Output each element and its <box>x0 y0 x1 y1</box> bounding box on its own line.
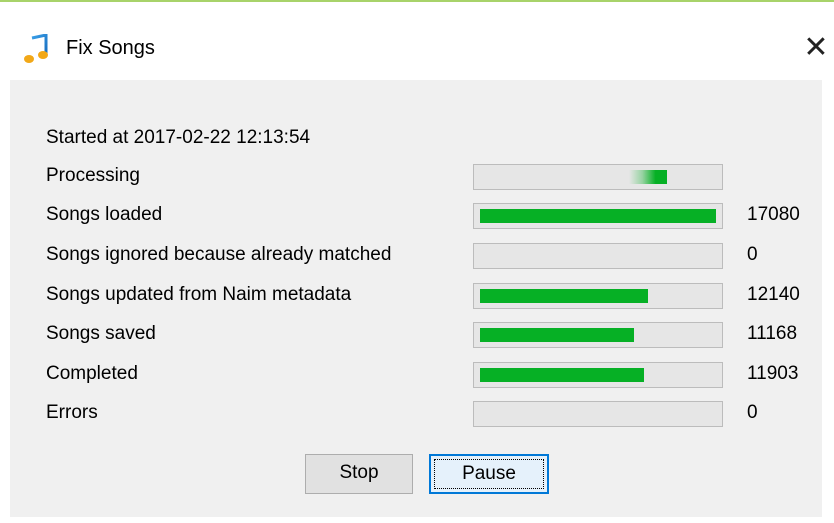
music-note-icon <box>24 34 48 63</box>
row-label-songs-ignored: Songs ignored because already matched <box>46 244 392 265</box>
row-value-songs-ignored: 0 <box>747 244 758 265</box>
progress-bar-completed <box>473 362 723 388</box>
progress-bar-songs-ignored <box>473 243 723 269</box>
progress-bar-songs-loaded <box>473 203 723 229</box>
progress-marquee <box>629 170 667 184</box>
progress-bar-processing <box>473 164 723 190</box>
pause-button[interactable]: Pause <box>429 454 549 494</box>
progress-bar-songs-saved <box>473 322 723 348</box>
progress-bar-songs-updated <box>473 283 723 309</box>
row-label-processing: Processing <box>46 165 140 186</box>
fix-songs-dialog: Fix Songs ✕ Started at 2017-02-22 12:13:… <box>0 0 834 523</box>
progress-fill <box>480 328 634 342</box>
dialog-body: Started at 2017-02-22 12:13:54 Processin… <box>10 80 822 517</box>
row-value-errors: 0 <box>747 402 758 423</box>
started-timestamp: Started at 2017-02-22 12:13:54 <box>46 127 311 148</box>
row-label-songs-updated: Songs updated from Naim metadata <box>46 284 352 305</box>
row-label-errors: Errors <box>46 402 98 423</box>
stop-button[interactable]: Stop <box>305 454 413 494</box>
window-title: Fix Songs <box>66 37 155 59</box>
progress-fill <box>480 368 644 382</box>
row-label-completed: Completed <box>46 363 138 384</box>
row-value-songs-updated: 12140 <box>747 284 800 305</box>
row-value-songs-loaded: 17080 <box>747 204 800 225</box>
close-button[interactable]: ✕ <box>798 28 834 68</box>
row-label-songs-loaded: Songs loaded <box>46 204 163 225</box>
progress-fill <box>480 209 716 223</box>
row-value-songs-saved: 11168 <box>747 323 798 344</box>
row-value-completed: 11903 <box>747 363 799 384</box>
progress-fill <box>480 289 648 303</box>
progress-bar-errors <box>473 401 723 427</box>
row-label-songs-saved: Songs saved <box>46 323 156 344</box>
pause-button-label: Pause <box>462 463 516 484</box>
close-icon: ✕ <box>803 30 829 65</box>
title-bar[interactable]: Fix Songs ✕ <box>0 2 834 80</box>
